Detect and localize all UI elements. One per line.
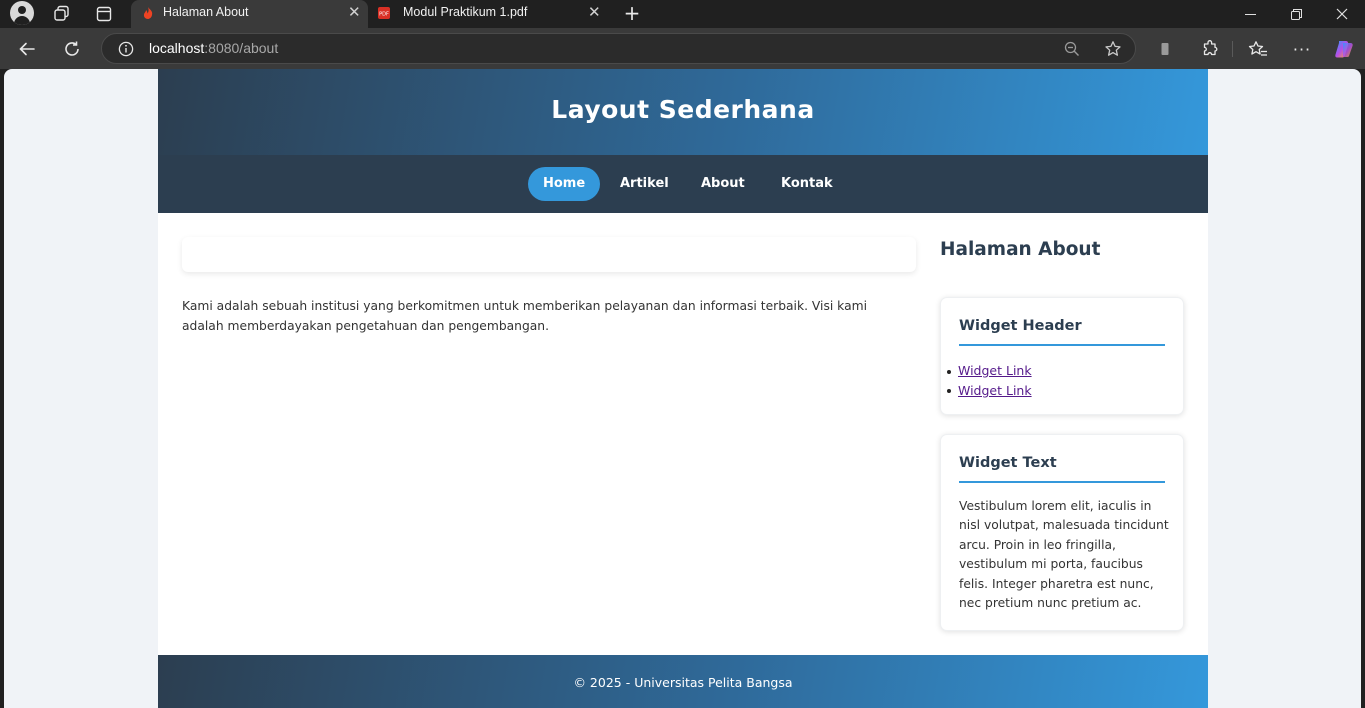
refresh-icon[interactable] bbox=[61, 38, 83, 60]
widget-links: Widget Header Widget Link Widget Link bbox=[940, 297, 1184, 415]
favorite-star-icon[interactable] bbox=[1103, 39, 1123, 59]
toolbar-divider bbox=[1232, 41, 1233, 57]
page-container: Layout Sederhana Home Artikel About Kont… bbox=[158, 69, 1208, 708]
widget-link[interactable]: Widget Link bbox=[958, 383, 1032, 398]
tab-actions-icon[interactable] bbox=[94, 4, 114, 24]
address-bar[interactable]: localhost:8080/about bbox=[101, 33, 1136, 64]
site-footer: © 2025 - Universitas Pelita Bangsa bbox=[158, 655, 1208, 708]
about-paragraph: Kami adalah sebuah institusi yang berkom… bbox=[182, 299, 868, 333]
tab-title: Modul Praktikum 1.pdf bbox=[403, 5, 528, 19]
tab-modul-praktikum[interactable]: PDF Modul Praktikum 1.pdf ✕ bbox=[371, 0, 607, 28]
minimize-icon[interactable] bbox=[1227, 0, 1273, 28]
favorites-icon[interactable] bbox=[1247, 38, 1269, 60]
browser-toolbar: localhost:8080/about ··· bbox=[0, 28, 1365, 69]
tab-halaman-about[interactable]: Halaman About ✕ bbox=[131, 0, 368, 28]
browser-tab-bar: Halaman About ✕ PDF Modul Praktikum 1.pd… bbox=[0, 0, 1365, 28]
more-options-icon[interactable]: ··· bbox=[1291, 38, 1313, 60]
close-window-icon[interactable] bbox=[1319, 0, 1365, 28]
nav-kontak-link[interactable]: Kontak bbox=[766, 167, 848, 201]
url-text: localhost:8080/about bbox=[149, 40, 279, 56]
site-title: Layout Sederhana bbox=[551, 95, 815, 124]
restore-icon[interactable] bbox=[1273, 0, 1319, 28]
content-card bbox=[182, 237, 916, 272]
widget-text: Widget Text Vestibulum lorem elit, iacul… bbox=[940, 434, 1184, 631]
widget-header: Widget Header bbox=[959, 318, 1165, 346]
battery-saver-icon[interactable] bbox=[1155, 39, 1175, 59]
widget-link[interactable]: Widget Link bbox=[958, 363, 1032, 378]
new-tab-icon[interactable]: + bbox=[621, 1, 643, 25]
widget-link-list: Widget Link Widget Link bbox=[947, 361, 1032, 401]
list-item: Widget Link bbox=[947, 381, 1032, 401]
footer-copyright: © 2025 - Universitas Pelita Bangsa bbox=[573, 675, 793, 690]
svg-text:PDF: PDF bbox=[379, 12, 389, 18]
site-info-icon[interactable] bbox=[117, 40, 135, 58]
nav-about-link[interactable]: About bbox=[686, 167, 760, 201]
copilot-icon[interactable] bbox=[1332, 37, 1356, 61]
extensions-icon[interactable] bbox=[1199, 38, 1221, 60]
codeigniter-flame-icon bbox=[143, 7, 153, 19]
back-icon[interactable] bbox=[16, 38, 38, 60]
widget-header: Widget Text bbox=[959, 455, 1165, 483]
workspaces-icon[interactable] bbox=[52, 4, 72, 24]
list-item: Widget Link bbox=[947, 361, 1032, 381]
main-nav: Home Artikel About Kontak bbox=[158, 155, 1208, 213]
close-tab-icon[interactable]: ✕ bbox=[348, 3, 361, 21]
page-title: Halaman About bbox=[940, 239, 1101, 260]
widget-text-body: Vestibulum lorem elit, iaculis in nisl v… bbox=[959, 499, 1169, 611]
tab-title: Halaman About bbox=[163, 5, 249, 19]
close-tab-icon[interactable]: ✕ bbox=[588, 3, 601, 21]
site-header: Layout Sederhana bbox=[158, 69, 1208, 155]
zoom-out-icon[interactable] bbox=[1063, 40, 1081, 58]
pdf-icon: PDF bbox=[378, 7, 390, 19]
nav-home-link[interactable]: Home bbox=[528, 167, 601, 201]
browser-viewport: Layout Sederhana Home Artikel About Kont… bbox=[4, 69, 1361, 708]
profile-avatar-icon[interactable] bbox=[10, 1, 34, 25]
nav-artikel-link[interactable]: Artikel bbox=[605, 167, 684, 201]
